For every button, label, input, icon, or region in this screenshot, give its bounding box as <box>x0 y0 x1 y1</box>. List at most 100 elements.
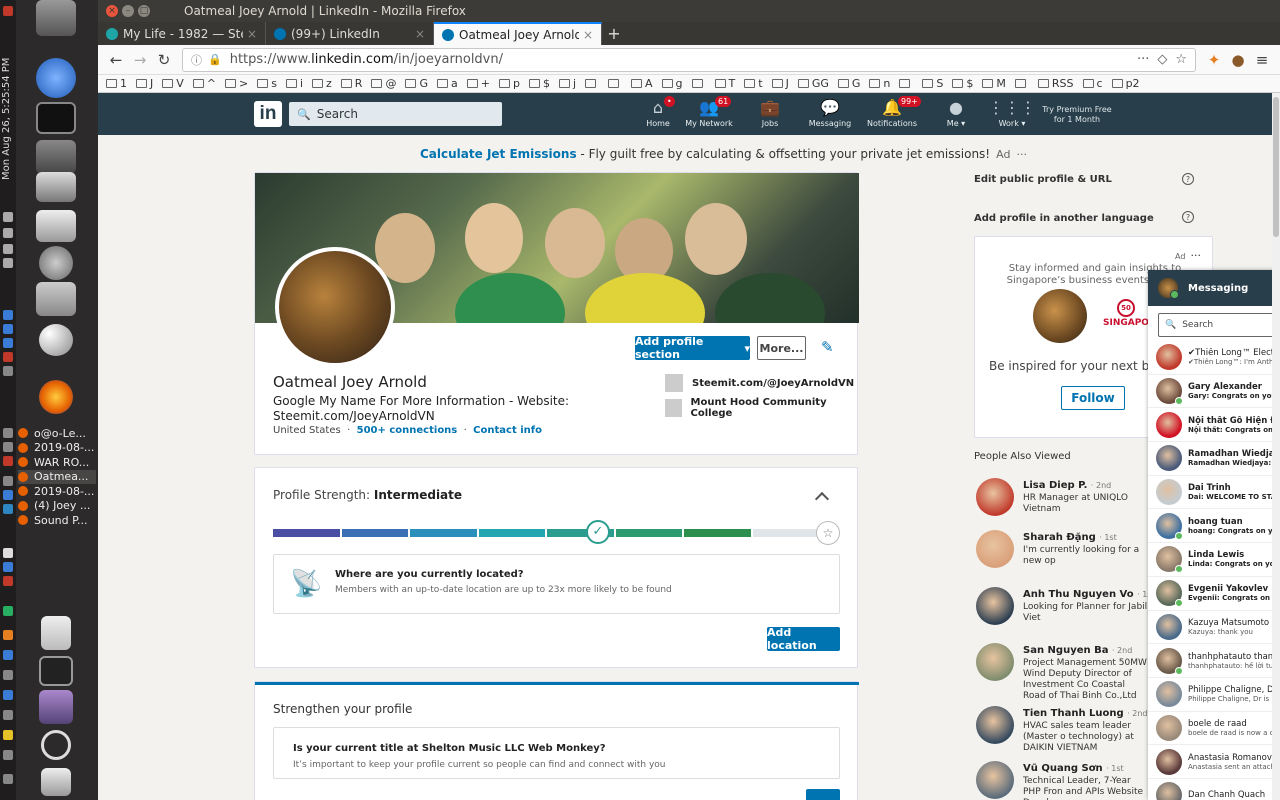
window-list-item[interactable]: (4) Joey ... <box>18 499 96 514</box>
back-button[interactable]: ← <box>104 48 128 72</box>
bookmark-item[interactable]: J <box>136 77 153 90</box>
ad-more-icon[interactable]: ··· <box>1191 249 1202 262</box>
help-icon[interactable]: ? <box>1182 173 1194 185</box>
tray-icon[interactable] <box>3 576 13 586</box>
page-scrollbar-thumb[interactable] <box>1273 97 1279 237</box>
ad-link[interactable]: Calculate Jet Emissions <box>420 147 577 161</box>
help-icon[interactable]: ? <box>1182 211 1194 223</box>
indicator-icon[interactable] <box>3 6 13 16</box>
tray-icon[interactable] <box>3 730 13 740</box>
add-profile-section-button[interactable]: Add profile section ▾ <box>635 335 750 361</box>
nav-me-avatar[interactable]: ● Me ▾ <box>928 97 984 131</box>
page-scrollbar[interactable] <box>1272 93 1280 800</box>
window-list-item[interactable]: 2019-08-... <box>18 441 96 456</box>
window-list-item[interactable]: Oatmea... <box>18 469 96 484</box>
bookmark-item[interactable]: RSS <box>1037 77 1074 90</box>
person-name[interactable]: Anh Thu Nguyen Vo · 1st <box>1023 589 1155 600</box>
tray-icon[interactable] <box>3 504 13 514</box>
page-actions-icon[interactable]: ··· <box>1137 52 1149 67</box>
ad-more-icon[interactable]: ··· <box>1016 148 1027 161</box>
messaging-header[interactable]: Messaging ✎ ⚙ <box>1148 270 1280 306</box>
bookmark-item[interactable]: G <box>405 77 428 90</box>
tray-icon[interactable] <box>3 690 13 700</box>
bookmark-item[interactable]: p2 <box>1111 77 1140 90</box>
bookmark-item[interactable] <box>899 79 913 88</box>
url-text[interactable]: https://www.linkedin.com/in/joeyarnoldvn… <box>230 52 1129 67</box>
forward-button[interactable]: → <box>128 48 152 72</box>
conversation-item[interactable]: boele de raadboele de raad is now a conn… <box>1148 712 1280 746</box>
new-tab-button[interactable]: + <box>602 22 626 45</box>
browser-tab[interactable]: (99+) LinkedIn × <box>266 22 434 45</box>
wifi-icon[interactable] <box>3 212 13 222</box>
pocket-icon[interactable]: ◇ <box>1157 52 1167 67</box>
window-minimize-button[interactable]: – <box>122 5 134 17</box>
people-also-viewed-item[interactable]: Lisa Diep P. · 2nd HR Manager at UNIQLO V… <box>974 478 1149 526</box>
conversation-item[interactable]: Ramadhan Wiedjaya PrakosoRamadhan Wiedja… <box>1148 442 1280 476</box>
follow-button[interactable]: Follow <box>1061 386 1125 410</box>
premium-link[interactable]: Try Premium Free for 1 Month <box>1036 105 1118 125</box>
profile-photo[interactable] <box>275 247 395 367</box>
tray-icon[interactable] <box>3 548 13 558</box>
conversation-item[interactable]: thanhphatauto thanhphatthanhphatauto: hề… <box>1148 644 1280 678</box>
url-bar[interactable]: ⓘ 🔒 https://www.linkedin.com/in/joeyarno… <box>182 47 1196 72</box>
bookmark-item[interactable]: > <box>225 77 248 90</box>
nav-jobs[interactable]: 💼 Jobs <box>742 97 798 131</box>
avatar[interactable] <box>976 643 1014 681</box>
chevron-up-icon[interactable] <box>814 491 830 507</box>
edit-public-profile-link[interactable]: Edit public profile & URL <box>974 174 1112 185</box>
eject-icon[interactable] <box>36 172 76 202</box>
battery-icon[interactable] <box>3 258 13 268</box>
tray-icon[interactable] <box>3 456 13 466</box>
bookmark-item[interactable]: t <box>744 77 763 90</box>
conversation-item[interactable]: Kazuya Matsumoto Kazuya: thank you <box>1148 611 1280 645</box>
bookmark-item[interactable]: T <box>714 77 735 90</box>
bookmark-item[interactable]: c <box>1082 77 1103 90</box>
bookmark-item[interactable]: J <box>771 77 789 90</box>
lock-icon[interactable]: 🔒 <box>208 53 222 66</box>
conversation-item[interactable]: Philippe Chaligne, Dr Philippe Chaligne, … <box>1148 678 1280 712</box>
info-icon[interactable]: ⓘ <box>191 52 202 68</box>
tab-close-icon[interactable]: × <box>583 28 593 42</box>
text-editor-icon[interactable] <box>41 616 71 650</box>
nav-home[interactable]: ⌂ • Home <box>630 96 686 131</box>
window-close-button[interactable]: × <box>106 5 118 17</box>
conversation-item[interactable]: ✔Thiên Long™ Electronics Co,. Ltd✔Thiên … <box>1148 341 1280 375</box>
conversation-item[interactable]: Gary AlexanderGary: Congrats on your wor… <box>1148 375 1280 409</box>
tray-icon[interactable] <box>3 338 13 348</box>
conversation-item[interactable]: Dan Chanh Quach <box>1148 779 1280 800</box>
linkedin-logo[interactable]: in <box>254 101 282 127</box>
more-button[interactable]: More... <box>757 336 806 360</box>
firefox-icon[interactable] <box>39 380 73 414</box>
window-list-item[interactable]: Sound P... <box>18 513 96 528</box>
tray-icon[interactable] <box>3 366 13 376</box>
bookmark-item[interactable]: R <box>340 77 362 90</box>
window-list-item[interactable]: WAR RO... <box>18 455 96 470</box>
tray-icon[interactable] <box>3 774 13 784</box>
trash-icon[interactable] <box>36 0 76 36</box>
people-also-viewed-item[interactable]: Anh Thu Nguyen Vo · 1st Looking for Plann… <box>974 587 1155 635</box>
person-name[interactable]: Tien Thanh Luong · 2nd <box>1023 708 1148 719</box>
nav-grid[interactable]: ⋮⋮⋮ Work ▾ <box>984 97 1040 131</box>
edit-pencil-icon[interactable]: ✎ <box>821 338 834 356</box>
bookmark-item[interactable]: j <box>558 77 576 90</box>
tray-icon[interactable] <box>3 352 13 362</box>
person-name[interactable]: San Nguyen Ba · 2nd <box>1023 645 1132 656</box>
bookmark-item[interactable]: A <box>631 77 653 90</box>
tray-icon[interactable] <box>3 750 13 760</box>
nav-bell[interactable]: 🔔 99+ Notifications <box>864 96 921 131</box>
tray-icon[interactable] <box>3 670 13 680</box>
messaging-search-input[interactable]: 🔍 Search ☰ <box>1158 313 1280 337</box>
tray-icon[interactable] <box>3 476 13 486</box>
menu-icon[interactable]: ≡ <box>1250 48 1274 72</box>
people-also-viewed-item[interactable]: Tien Thanh Luong · 2nd HVAC sales team le… <box>974 706 1149 754</box>
bookmark-item[interactable]: 1 <box>106 77 127 90</box>
power-icon[interactable] <box>41 730 71 760</box>
avatar[interactable] <box>976 587 1014 625</box>
clock-text[interactable]: Mon Aug 26, 5:25:54 PM <box>1 30 15 180</box>
bookmark-item[interactable] <box>608 79 622 88</box>
person-name[interactable]: Vũ Quang Sơn · 1st <box>1023 763 1124 774</box>
bookmark-star-icon[interactable]: ☆ <box>1175 52 1187 67</box>
nav-network[interactable]: 👥 61 My Network <box>681 96 737 131</box>
bookmark-item[interactable]: $ <box>952 77 973 90</box>
person-name[interactable]: Sharah Đặng · 1st <box>1023 532 1117 543</box>
